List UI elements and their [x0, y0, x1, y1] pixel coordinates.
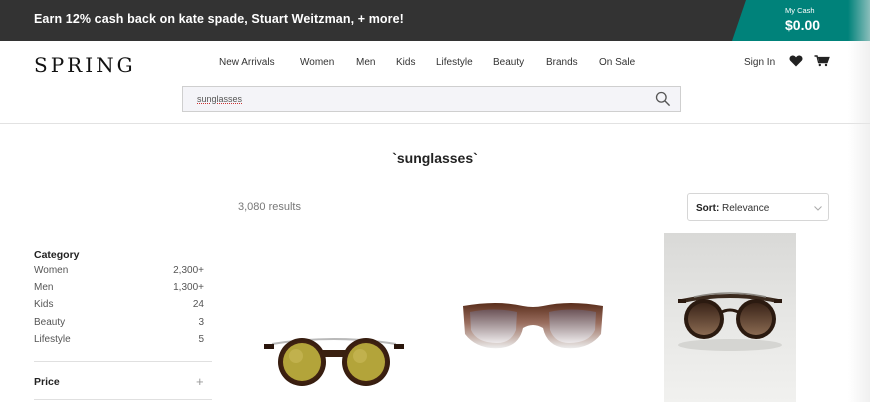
search-input[interactable]: [197, 92, 637, 106]
category-filter-item[interactable]: Men 1,300+: [34, 282, 204, 296]
product-image[interactable]: [664, 233, 796, 402]
page-edge-shadow: [848, 0, 870, 402]
header-divider: [0, 123, 870, 124]
category-count: 5: [198, 334, 204, 345]
category-name: Lifestyle: [34, 334, 71, 345]
my-cash-amount: $0.00: [785, 17, 821, 33]
nav-new-arrivals[interactable]: New Arrivals: [219, 57, 275, 68]
sort-value: Relevance: [722, 203, 770, 214]
category-count: 24: [192, 299, 204, 310]
cart-icon[interactable]: [814, 55, 830, 67]
category-filter-item[interactable]: Women 2,300+: [34, 265, 204, 279]
category-name: Men: [34, 282, 54, 293]
nav-beauty[interactable]: Beauty: [493, 57, 524, 68]
nav-on-sale[interactable]: On Sale: [599, 57, 635, 68]
sort-label: Sort:: [696, 203, 720, 214]
product-image[interactable]: [461, 296, 605, 352]
price-filter-title[interactable]: Price: [34, 376, 60, 388]
heart-icon[interactable]: [789, 55, 803, 67]
nav-brands[interactable]: Brands: [546, 57, 578, 68]
nav-women[interactable]: Women: [300, 57, 334, 68]
product-image[interactable]: [262, 328, 406, 390]
category-filter-item[interactable]: Beauty 3: [34, 317, 204, 331]
chevron-down-icon: [814, 206, 822, 211]
logo[interactable]: SPRING: [34, 53, 136, 77]
sign-in-link[interactable]: Sign In: [744, 57, 775, 68]
search-results-title: `sunglasses`: [392, 150, 478, 166]
results-count: 3,080 results: [238, 201, 301, 213]
nav-kids[interactable]: Kids: [396, 57, 415, 68]
search-bar: [182, 86, 681, 112]
filter-divider: [34, 399, 212, 400]
category-count: 1,300+: [173, 282, 204, 293]
sort-dropdown[interactable]: Sort: Relevance: [687, 193, 829, 221]
nav-men[interactable]: Men: [356, 57, 375, 68]
price-expand-toggle[interactable]: +: [196, 374, 204, 389]
promo-text[interactable]: Earn 12% cash back on kate spade, Stuart…: [34, 12, 404, 26]
category-filter-title: Category: [34, 249, 80, 261]
my-cash-label: My Cash: [785, 6, 815, 15]
category-name: Beauty: [34, 317, 66, 328]
filter-divider: [34, 361, 212, 362]
category-count: 2,300+: [173, 265, 204, 276]
category-count: 3: [198, 317, 204, 328]
category-filter-item[interactable]: Kids 24: [34, 299, 204, 313]
search-icon[interactable]: [655, 91, 671, 107]
category-name: Women: [34, 265, 69, 276]
category-name: Kids: [34, 299, 54, 310]
nav-lifestyle[interactable]: Lifestyle: [436, 57, 473, 68]
category-filter-item[interactable]: Lifestyle 5: [34, 334, 204, 348]
